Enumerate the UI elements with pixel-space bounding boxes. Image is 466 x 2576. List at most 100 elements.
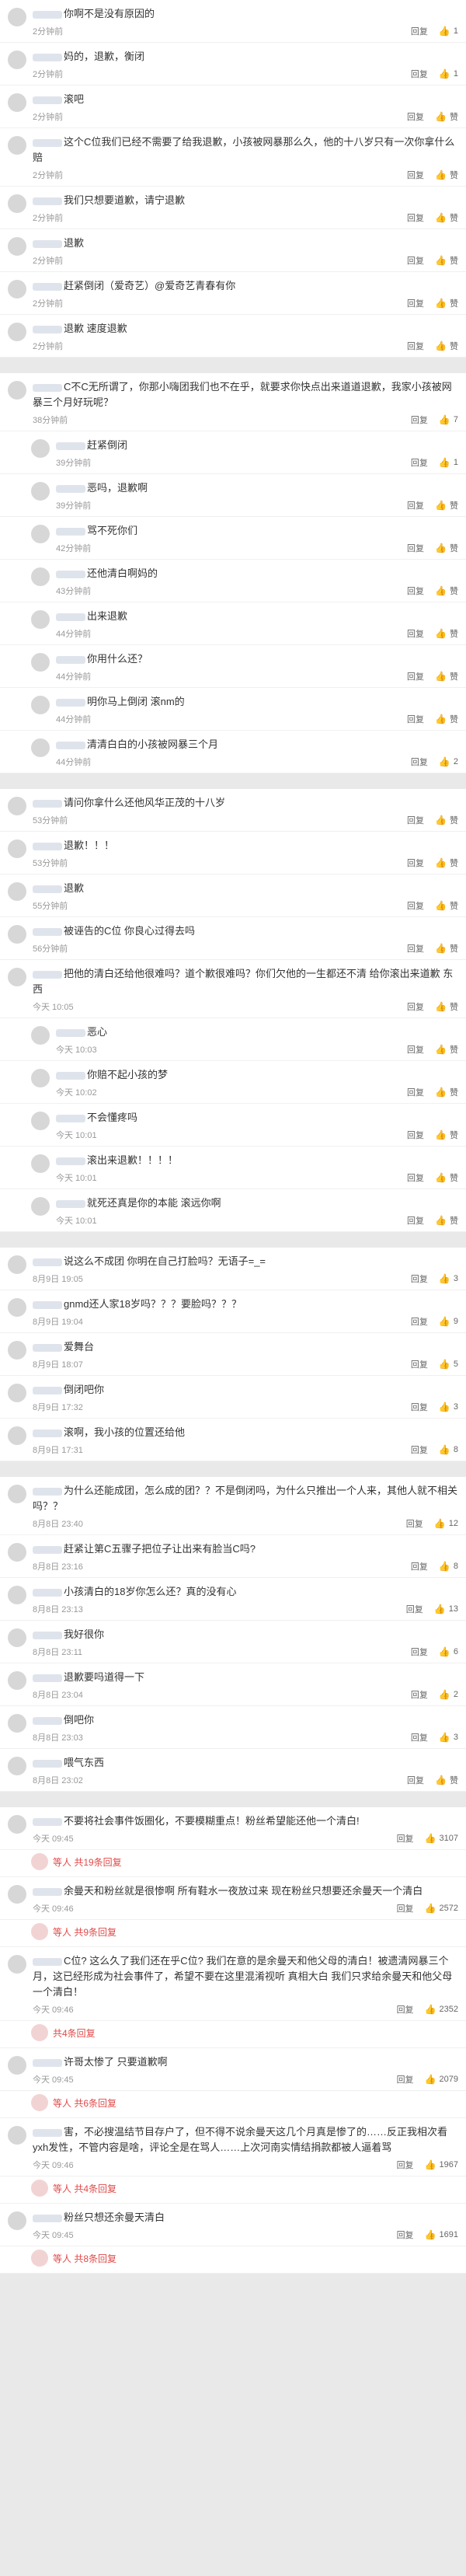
more-replies-text[interactable]: 等人 共8条回复 — [53, 2252, 116, 2265]
reply-button[interactable]: 回复 — [407, 942, 424, 955]
like-button[interactable]: 👍 7 — [439, 414, 458, 425]
avatar[interactable] — [8, 51, 26, 69]
avatar[interactable] — [8, 1384, 26, 1402]
reply-button[interactable]: 回复 — [407, 110, 424, 123]
avatar[interactable] — [8, 1543, 26, 1562]
username-blurred[interactable] — [33, 1386, 62, 1394]
reply-button[interactable]: 回复 — [407, 169, 424, 181]
avatar[interactable] — [8, 1757, 26, 1775]
reply-button[interactable]: 回复 — [407, 899, 424, 912]
username-blurred[interactable] — [33, 1545, 62, 1554]
username-blurred[interactable] — [56, 741, 85, 749]
reply-button[interactable]: 回复 — [407, 1129, 424, 1141]
more-replies-link[interactable]: 等人 共8条回复 — [0, 2246, 466, 2274]
reply-button[interactable]: 回复 — [397, 2229, 414, 2241]
username-blurred[interactable] — [33, 2128, 62, 2137]
like-button[interactable]: 👍 1967 — [425, 2159, 458, 2170]
username-blurred[interactable] — [33, 1300, 62, 1309]
like-button[interactable]: 👍 2 — [439, 1689, 458, 1700]
reply-button[interactable]: 回复 — [397, 2073, 414, 2086]
like-button[interactable]: 👍 赞 — [435, 713, 458, 725]
avatar[interactable] — [31, 439, 50, 458]
username-blurred[interactable] — [33, 1957, 62, 1966]
avatar[interactable] — [31, 1154, 50, 1173]
reply-button[interactable]: 回复 — [407, 297, 424, 309]
username-blurred[interactable] — [33, 1588, 62, 1597]
like-button[interactable]: 👍 赞 — [435, 1774, 458, 1786]
like-button[interactable]: 👍 赞 — [435, 340, 458, 352]
avatar[interactable] — [31, 567, 50, 586]
avatar[interactable] — [31, 482, 50, 501]
like-button[interactable]: 👍 赞 — [435, 110, 458, 123]
username-blurred[interactable] — [33, 1716, 62, 1725]
avatar[interactable] — [31, 1197, 50, 1216]
username-blurred[interactable] — [33, 1343, 62, 1352]
reply-button[interactable]: 回复 — [407, 627, 424, 640]
reply-button[interactable]: 回复 — [407, 1171, 424, 1184]
avatar[interactable] — [8, 2211, 26, 2230]
more-replies-link[interactable]: 等人 共9条回复 — [0, 1920, 466, 1947]
username-blurred[interactable] — [33, 1429, 62, 1437]
username-blurred[interactable] — [33, 282, 62, 291]
username-blurred[interactable] — [33, 799, 62, 808]
avatar[interactable] — [31, 696, 50, 714]
reply-button[interactable]: 回复 — [411, 1646, 428, 1658]
reply-button[interactable]: 回复 — [397, 2003, 414, 2016]
avatar[interactable] — [31, 1069, 50, 1087]
reply-button[interactable]: 回复 — [411, 1443, 428, 1456]
reply-button[interactable]: 回复 — [407, 542, 424, 554]
avatar[interactable] — [8, 882, 26, 901]
username-blurred[interactable] — [56, 655, 85, 664]
avatar[interactable] — [8, 194, 26, 213]
more-replies-text[interactable]: 等人 共4条回复 — [53, 2182, 116, 2195]
like-button[interactable]: 👍 赞 — [435, 1214, 458, 1227]
reply-button[interactable]: 回复 — [407, 670, 424, 682]
username-blurred[interactable] — [33, 1817, 62, 1826]
username-blurred[interactable] — [56, 1071, 85, 1080]
like-button[interactable]: 👍 3 — [439, 1401, 458, 1412]
avatar[interactable] — [31, 1112, 50, 1130]
reply-button[interactable]: 回复 — [406, 1517, 423, 1530]
reply-button[interactable]: 回复 — [407, 814, 424, 826]
avatar[interactable] — [8, 323, 26, 341]
avatar[interactable] — [8, 1815, 26, 1834]
like-button[interactable]: 👍 1 — [439, 26, 458, 37]
username-blurred[interactable] — [33, 1759, 62, 1768]
avatar[interactable] — [8, 1586, 26, 1604]
reply-button[interactable]: 回复 — [407, 254, 424, 267]
avatar[interactable] — [8, 968, 26, 986]
username-blurred[interactable] — [33, 885, 62, 893]
username-blurred[interactable] — [33, 1487, 62, 1496]
reply-button[interactable]: 回复 — [407, 857, 424, 869]
like-button[interactable]: 👍 1 — [439, 68, 458, 79]
username-blurred[interactable] — [33, 96, 62, 104]
avatar[interactable] — [8, 136, 26, 155]
like-button[interactable]: 👍 赞 — [435, 857, 458, 869]
like-button[interactable]: 👍 8 — [439, 1561, 458, 1572]
more-replies-link[interactable]: 共4条回复 — [0, 2021, 466, 2048]
avatar[interactable] — [8, 1628, 26, 1647]
like-button[interactable]: 👍 赞 — [435, 942, 458, 955]
reply-button[interactable]: 回复 — [407, 211, 424, 224]
like-button[interactable]: 👍 赞 — [435, 1000, 458, 1013]
like-button[interactable]: 👍 3107 — [425, 1833, 458, 1844]
avatar[interactable] — [8, 1671, 26, 1690]
more-replies-text[interactable]: 等人 共19条回复 — [53, 1855, 122, 1869]
avatar[interactable] — [8, 1426, 26, 1445]
like-button[interactable]: 👍 2572 — [425, 1903, 458, 1914]
like-button[interactable]: 👍 赞 — [435, 814, 458, 826]
username-blurred[interactable] — [33, 197, 62, 205]
reply-button[interactable]: 回复 — [397, 1902, 414, 1915]
reply-button[interactable]: 回复 — [407, 499, 424, 511]
avatar[interactable] — [8, 1714, 26, 1733]
reply-button[interactable]: 回复 — [411, 25, 428, 37]
reply-button[interactable]: 回复 — [407, 1000, 424, 1013]
like-button[interactable]: 👍 8 — [439, 1444, 458, 1455]
like-button[interactable]: 👍 12 — [434, 1518, 458, 1529]
reply-button[interactable]: 回复 — [411, 1315, 428, 1328]
like-button[interactable]: 👍 3 — [439, 1273, 458, 1284]
username-blurred[interactable] — [56, 442, 85, 450]
reply-button[interactable]: 回复 — [397, 1832, 414, 1845]
username-blurred[interactable] — [33, 138, 62, 147]
username-blurred[interactable] — [33, 842, 62, 850]
